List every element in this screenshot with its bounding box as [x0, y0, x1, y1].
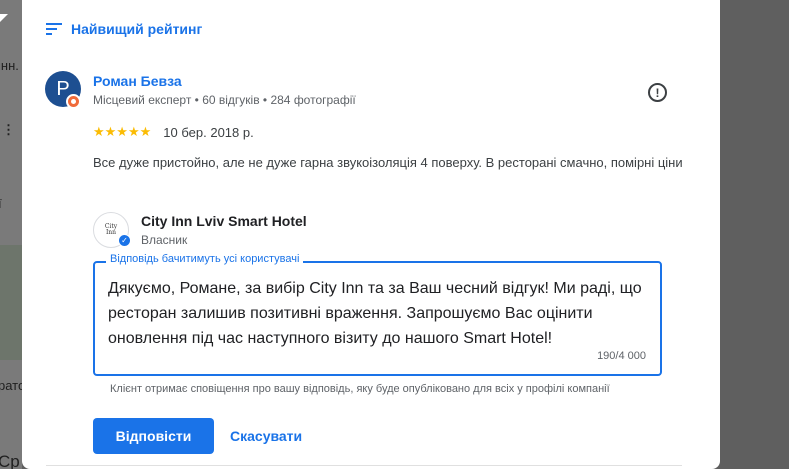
owner-name: City Inn Lviv Smart Hotel	[141, 213, 307, 229]
background-text: Ср	[0, 452, 20, 469]
star-rating-icon: ★★★★★	[93, 124, 152, 139]
notification-notice: Клієнт отримає сповіщення про вашу відпо…	[110, 383, 610, 395]
reply-field-label: Відповідь бачитимуть усі користувачі	[106, 253, 304, 265]
verified-check-icon: ✓	[118, 234, 131, 247]
background-text: ї	[0, 196, 2, 211]
background-more-icon: ⋮	[2, 122, 15, 137]
reviewer-meta: Місцевий експерт • 60 відгуків • 284 фот…	[93, 93, 356, 107]
background-text: інн.	[0, 58, 19, 73]
local-guide-badge-icon	[66, 94, 81, 109]
background-page: інн. ⋮ ї рато Ср	[0, 0, 22, 469]
cancel-button[interactable]: Скасувати	[222, 418, 310, 454]
report-icon[interactable]: !	[648, 83, 667, 102]
reply-input-text[interactable]: Дякуємо, Романе, за вибір City Inn та за…	[108, 276, 656, 351]
sort-icon	[46, 23, 62, 35]
review-date: 10 бер. 2018 р.	[163, 124, 254, 140]
sort-button[interactable]: Найвищий рейтинг	[46, 21, 202, 37]
background-text: рато	[0, 378, 22, 393]
overlay-scrim	[720, 0, 789, 469]
reviewer-name[interactable]: Роман Бевза	[93, 73, 182, 89]
owner-role: Власник	[141, 233, 188, 247]
character-counter: 190/4 000	[597, 350, 646, 362]
sort-label: Найвищий рейтинг	[71, 21, 203, 37]
owner-logo-text: Inn	[105, 229, 117, 236]
review-text: Все дуже пристойно, але не дуже гарна зв…	[93, 155, 683, 170]
background-image	[0, 245, 22, 360]
rating-row: ★★★★★ 10 бер. 2018 р.	[93, 124, 254, 140]
reply-button[interactable]: Відповісти	[93, 418, 214, 454]
reviews-dialog: Найвищий рейтинг P Роман Бевза Місцевий …	[22, 0, 720, 469]
divider	[46, 465, 682, 466]
mouse-cursor-icon	[0, 14, 8, 22]
